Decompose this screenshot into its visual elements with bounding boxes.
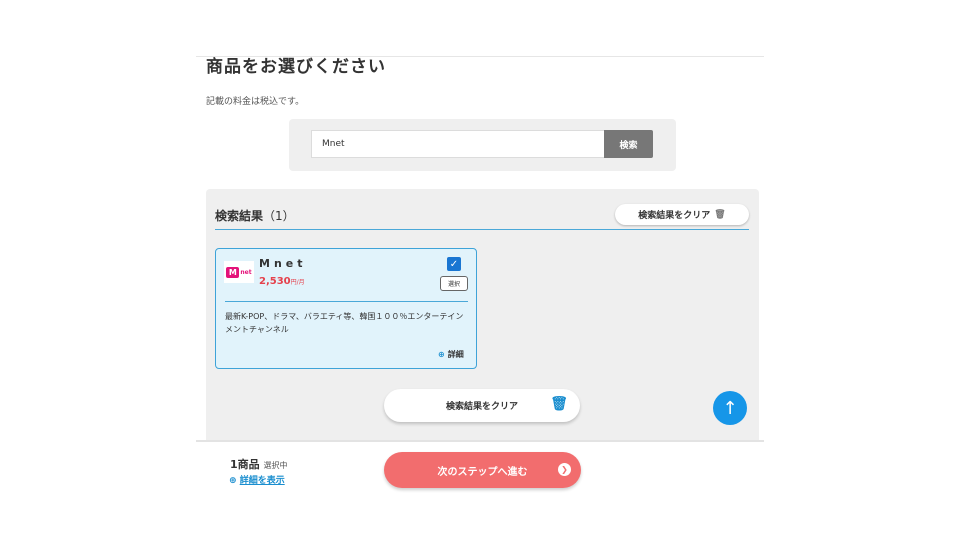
footer-bar: 1商品 選択中 ⊕ 詳細を表示 次のステップへ進む ❯ xyxy=(196,440,764,542)
trash-icon: 🗑 xyxy=(714,209,726,220)
tax-note: 記載の料金は税込です。 xyxy=(206,97,305,107)
search-box: 検索 xyxy=(289,119,676,171)
product-detail-link[interactable]: ⊕ 詳細 xyxy=(438,349,464,360)
clear-results-top-button[interactable]: 検索結果をクリア 🗑 xyxy=(615,204,749,225)
mnet-logo: M net xyxy=(224,261,254,283)
results-panel: 検索結果（1） 検索結果をクリア 🗑 M net Mnet 2,530円/月 ✓… xyxy=(206,189,759,440)
zoom-icon: ⊕ xyxy=(438,350,445,359)
mnet-logo-mark: M xyxy=(226,266,240,278)
next-step-button[interactable]: 次のステップへ進む ❯ xyxy=(384,452,581,488)
next-step-label: 次のステップへ進む xyxy=(437,467,528,478)
results-divider xyxy=(215,229,749,230)
page-title: 商品をお選びください xyxy=(206,57,386,77)
zoom-icon: ⊕ xyxy=(229,476,237,486)
product-price-value: 2,530 xyxy=(259,276,291,287)
clear-results-top-label: 検索結果をクリア xyxy=(638,211,711,221)
show-detail-label: 詳細を表示 xyxy=(239,476,285,486)
selected-count-value: 1商品 xyxy=(230,458,260,471)
product-price-unit: 円/月 xyxy=(290,279,305,286)
product-price: 2,530円/月 xyxy=(259,276,305,287)
product-card[interactable]: M net Mnet 2,530円/月 ✓ 選択 最新K-POP、ドラマ、バラエ… xyxy=(215,248,477,369)
card-divider xyxy=(225,301,468,302)
chevron-right-icon: ❯ xyxy=(558,463,571,476)
mnet-logo-text: net xyxy=(240,268,252,276)
search-button[interactable]: 検索 xyxy=(604,130,653,158)
scroll-top-button[interactable]: ↑ xyxy=(713,391,747,425)
results-heading: 検索結果（1） xyxy=(215,207,295,224)
product-description: 最新K-POP、ドラマ、バラエティ等、韓国１００％エンターテインメントチャンネル xyxy=(225,312,464,334)
trash-icon: 🗑 xyxy=(550,396,568,412)
select-label: 選択 xyxy=(440,276,468,291)
check-icon: ✓ xyxy=(449,258,459,270)
clear-results-bottom-button[interactable]: 検索結果をクリア 🗑 xyxy=(384,389,580,422)
product-name: Mnet xyxy=(259,257,307,270)
product-checkbox[interactable]: ✓ xyxy=(447,257,461,271)
results-heading-label: 検索結果 xyxy=(215,209,264,223)
arrow-up-icon: ↑ xyxy=(722,397,738,419)
selected-count: 1商品 選択中 xyxy=(230,456,288,472)
show-detail-link[interactable]: ⊕ 詳細を表示 xyxy=(229,473,285,486)
results-count: （1） xyxy=(263,209,295,223)
search-input[interactable] xyxy=(311,130,604,158)
product-detail-label: 詳細 xyxy=(447,350,464,359)
selected-count-suffix: 選択中 xyxy=(263,461,288,470)
